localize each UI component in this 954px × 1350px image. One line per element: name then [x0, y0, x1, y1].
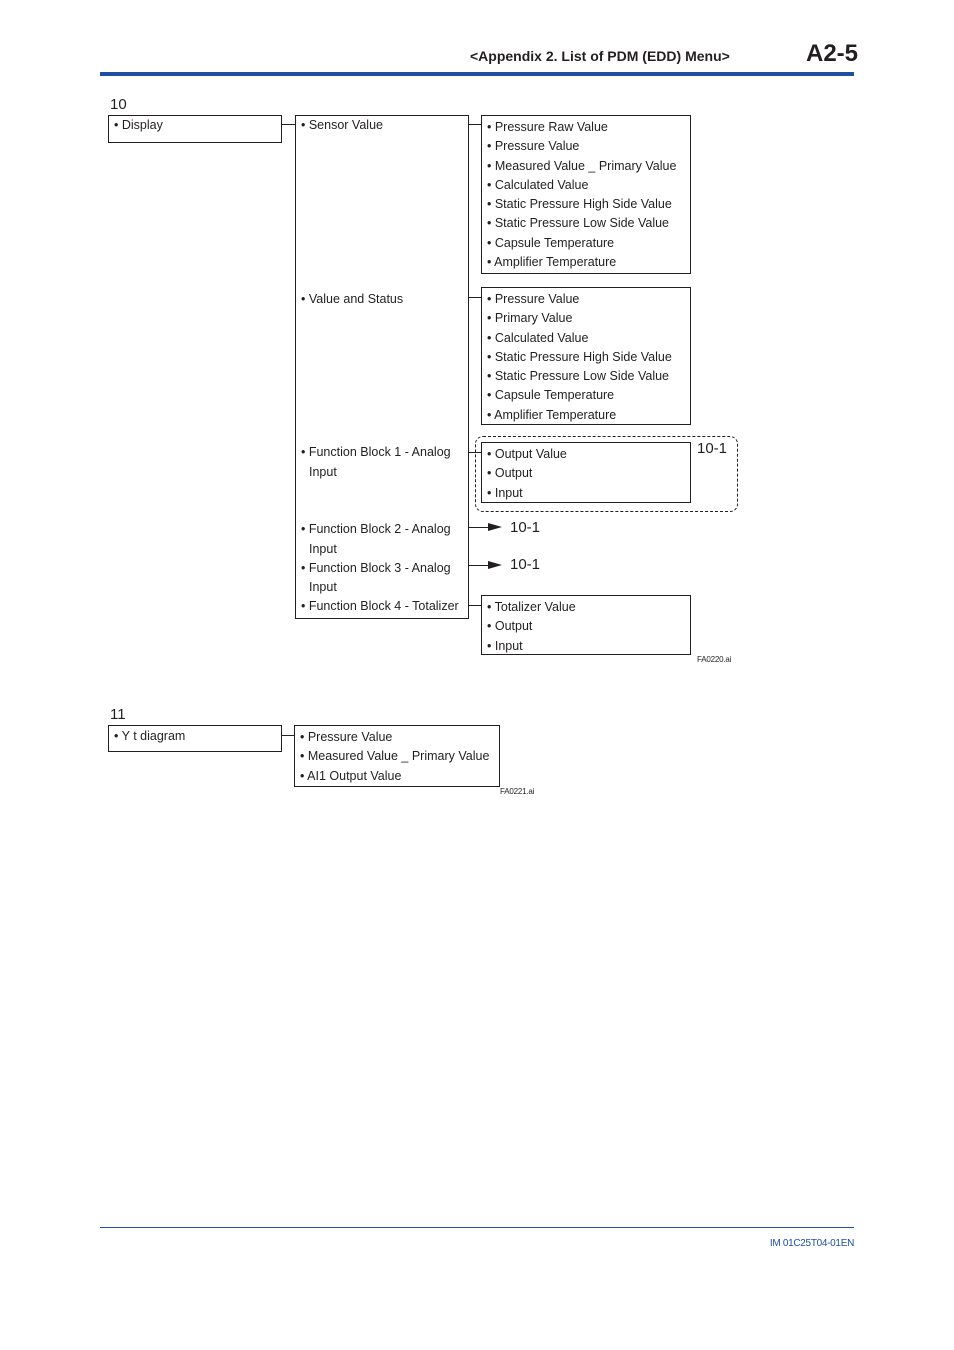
list-item: • Static Pressure Low Side Value: [487, 216, 670, 231]
submenu-fb2-line1: • Function Block 2 - Analog: [301, 522, 451, 536]
connector-fb3: [469, 565, 489, 566]
list-item: • Measured Value _ Primary Value: [487, 158, 677, 173]
fb4-list: • Totalizer Value • Output • Input: [487, 598, 576, 656]
submenu-sensor-value: • Sensor Value: [301, 118, 383, 132]
list-item: • Measured Value _ Primary Value: [300, 749, 490, 764]
footer-doc-number: IM 01C25T04-01EN: [769, 1238, 854, 1249]
list-item: • Capsule Temperature: [487, 235, 615, 250]
connector-fb4: [469, 605, 481, 606]
list-item: • Capsule Temperature: [487, 388, 615, 403]
list-item: • Amplifier Temperature: [487, 407, 617, 422]
submenu-fb1-line2: Input: [309, 465, 337, 479]
figure-id-11: FA0221.ai: [500, 787, 535, 796]
list-item: • Amplifier Temperature: [487, 255, 617, 270]
list-item: • Static Pressure Low Side Value: [487, 369, 670, 384]
list-item: • Pressure Value: [487, 139, 580, 154]
list-item: • Input: [487, 485, 523, 500]
fb1-list: • Output Value • Output • Input: [487, 445, 567, 503]
list-item: • Pressure Value: [300, 730, 393, 744]
fb1-box: • Output Value • Output • Input: [481, 442, 691, 503]
section-10-number: 10: [110, 96, 127, 113]
arrow-fb3-icon: [488, 561, 502, 569]
display-submenu-box: • Sensor Value • Value and Status • Func…: [295, 115, 469, 619]
yt-root-label: • Y t diagram: [114, 729, 186, 743]
list-item: • Primary Value: [487, 311, 573, 326]
value-status-list: • Pressure Value • Primary Value • Calcu…: [487, 290, 672, 425]
fb2-ref: 10-1: [510, 519, 541, 536]
fb1-group-label: 10-1: [697, 440, 728, 457]
section-11-number: 11: [110, 706, 126, 723]
header-title: <Appendix 2. List of PDM (EDD) Menu>: [470, 48, 730, 64]
sensor-value-list: • Pressure Raw Value • Pressure Value • …: [487, 118, 676, 272]
value-status-box: • Pressure Value • Primary Value • Calcu…: [481, 287, 691, 425]
list-item: • Pressure Raw Value: [487, 120, 608, 134]
fb4-box: • Totalizer Value • Output • Input: [481, 595, 691, 655]
display-root-label: • Display: [114, 118, 163, 132]
page-number: A2-5: [806, 40, 859, 67]
list-item: • Static Pressure High Side Value: [487, 197, 672, 212]
yt-list: • Pressure Value • Measured Value _ Prim…: [300, 728, 489, 786]
connector-fb2: [469, 527, 489, 528]
yt-root-box: • Y t diagram: [108, 725, 282, 752]
footer-rule: [100, 1227, 854, 1228]
yt-items-box: • Pressure Value • Measured Value _ Prim…: [294, 725, 500, 787]
fb3-ref: 10-1: [510, 556, 541, 573]
list-item: • Calculated Value: [487, 177, 589, 192]
list-item: • Input: [487, 638, 523, 653]
figure-id-10: FA0220.ai: [697, 655, 732, 664]
display-root-box: • Display: [108, 115, 282, 143]
connector-display-sensor: [282, 124, 295, 125]
submenu-fb4: • Function Block 4 - Totalizer: [301, 599, 459, 613]
list-item: • Pressure Value: [487, 292, 580, 306]
list-item: • Output: [487, 619, 533, 634]
submenu-fb1-line1: • Function Block 1 - Analog: [301, 445, 451, 459]
sensor-value-box: • Pressure Raw Value • Pressure Value • …: [481, 115, 691, 274]
submenu-fb3-line1: • Function Block 3 - Analog: [301, 561, 451, 575]
list-item: • Totalizer Value: [487, 600, 576, 614]
submenu-value-and-status: • Value and Status: [301, 292, 404, 306]
list-item: • Output: [487, 466, 533, 481]
submenu-fb3-line2: Input: [309, 580, 337, 594]
list-item: • AI1 Output Value: [300, 768, 402, 783]
arrow-fb2-icon: [488, 523, 502, 531]
connector-value-status: [469, 297, 481, 298]
submenu-fb2-line2: Input: [309, 542, 337, 556]
list-item: • Static Pressure High Side Value: [487, 349, 672, 364]
connector-sensor-value: [469, 124, 481, 125]
list-item: • Calculated Value: [487, 330, 589, 345]
list-item: • Output Value: [487, 447, 567, 461]
header-rule: [100, 72, 854, 76]
